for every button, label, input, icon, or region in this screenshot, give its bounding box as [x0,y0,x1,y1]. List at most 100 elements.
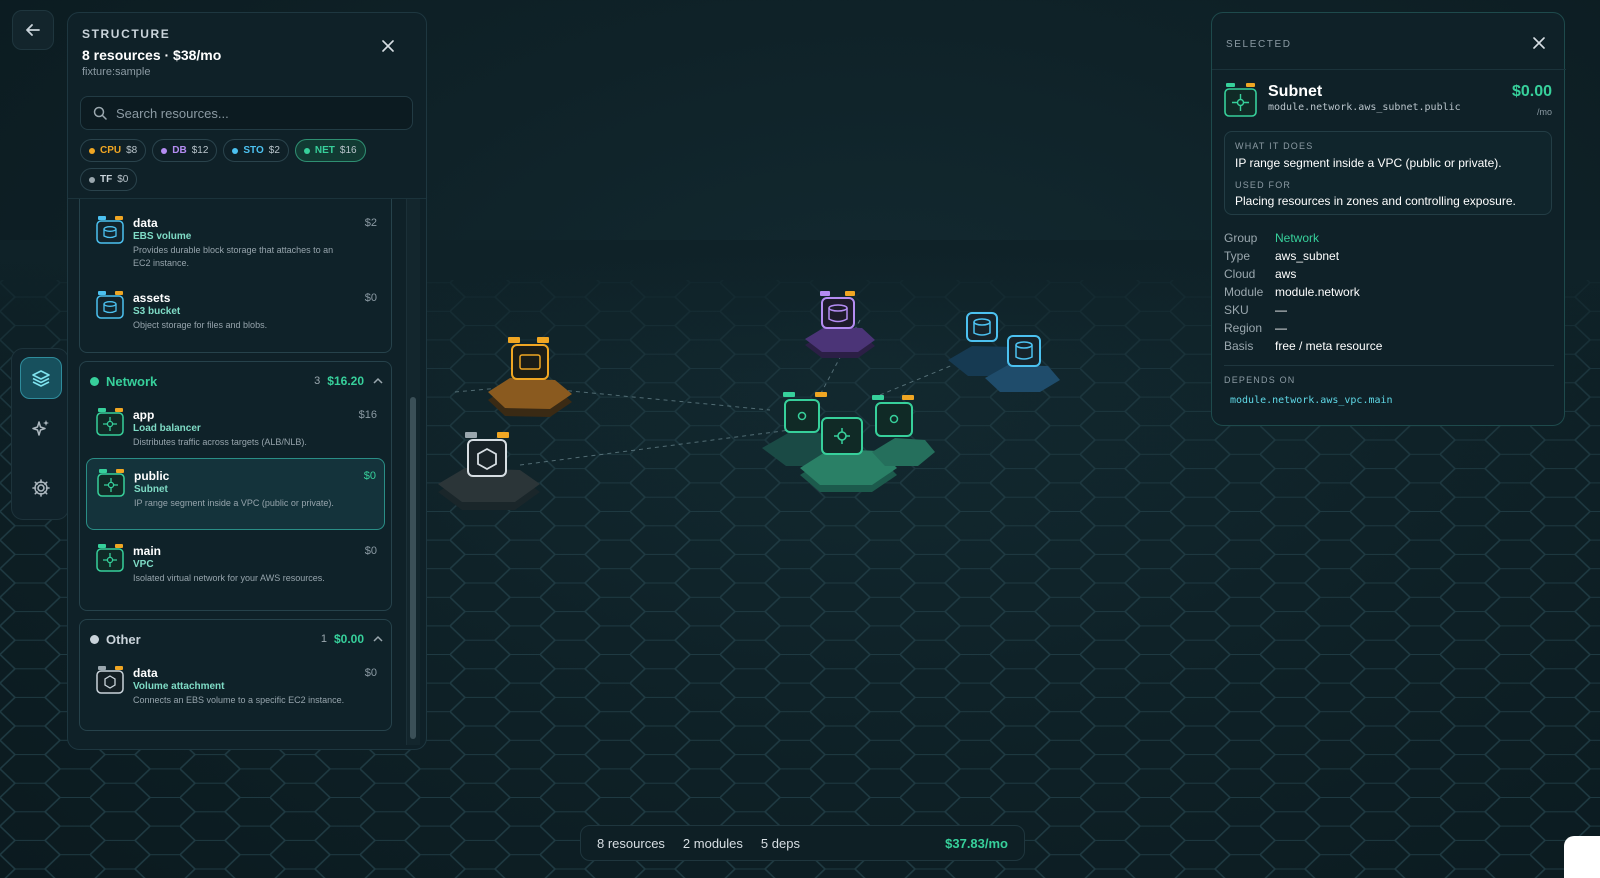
group-cost: $0.00 [333,632,364,646]
resource-item[interactable]: data EBS volume Provides durable block s… [86,206,385,276]
corner-widget [1564,836,1600,878]
resource-name: app [133,408,155,422]
close-icon [382,40,394,52]
chip-net[interactable]: NET $16 [294,139,366,162]
status-total-cost: $37.83/mo [945,835,1008,851]
resource-item[interactable]: app Load balancer Distributes traffic ac… [86,398,385,458]
used-text: Placing resources in zones and controlli… [1235,194,1516,208]
resource-type: EBS volume [133,231,192,242]
resource-type: Volume attachment [133,681,225,692]
status-deps: 5 deps [760,835,800,851]
insights-button[interactable] [20,407,62,449]
network-icon [96,544,124,572]
resource-cost: $0 [364,545,377,557]
resource-cost: $2 [364,217,377,229]
group-count: 3 [314,375,321,387]
status-resources: 8 resources [597,835,665,851]
tool-rail [11,348,69,520]
resource-name: main [133,544,162,558]
chip-value: $8 [126,145,138,156]
resource-type: Load balancer [133,423,201,434]
search-field[interactable] [80,96,413,130]
resource-desc: Distributes traffic across targets (ALB/… [133,437,307,447]
resource-list: data EBS volume Provides durable block s… [79,199,402,747]
close-selected-button[interactable] [1528,32,1550,54]
network-icon [97,469,125,497]
prop-value: Network [1275,231,1320,245]
depends-label: DEPENDS ON [1224,375,1296,385]
settings-button[interactable] [20,467,62,509]
resource-desc: Object storage for files and blobs. [133,320,268,330]
resource-item[interactable]: main VPC Isolated virtual network for yo… [86,534,385,604]
prop-row: Type aws_subnet [1224,249,1554,267]
prop-key: Cloud [1224,267,1256,281]
resource-type: Subnet [134,484,168,495]
chip-key: STO [243,145,264,156]
selected-cost-period: /mo [1536,107,1552,117]
chip-value: $0 [117,174,129,185]
resource-cost: $0 [364,667,377,679]
chip-value: $16 [339,145,357,156]
chip-sto[interactable]: STO $2 [223,139,289,162]
resource-type: S3 bucket [133,306,181,317]
selected-cost: $0.00 [1511,83,1552,100]
close-structure-button[interactable] [377,35,399,57]
prop-value: aws_subnet [1275,249,1340,263]
close-icon [1533,37,1545,49]
chip-dot [89,176,95,183]
chevron-up-icon [373,635,383,642]
group-network: Network 3 $16.20 app Load balancer Distr… [79,361,392,611]
chip-tf[interactable]: TF $0 [80,168,138,191]
chip-dot [89,147,95,154]
chevron-up-icon [373,377,383,384]
selected-name: Subnet [1268,83,1323,100]
prop-row: Cloud aws [1224,267,1554,285]
selected-address: module.network.aws_subnet.public [1268,102,1461,113]
selected-eyebrow: SELECTED [1226,39,1292,50]
panel-title: 8 resources · $38/mo [82,47,222,63]
resource-item[interactable]: data Volume attachment Connects an EBS v… [86,656,385,724]
resource-cost: $16 [358,409,377,421]
chip-value: $2 [268,145,280,156]
depends-link[interactable]: module.network.aws_vpc.main [1230,395,1393,406]
chip-dot [161,147,168,154]
group-storage: data EBS volume Provides durable block s… [79,199,392,353]
what-text: IP range segment inside a VPC (public or… [1235,156,1502,170]
prop-key: Region [1224,321,1263,335]
chip-key: CPU [100,145,122,156]
resource-cost: $0 [364,292,377,304]
resource-desc: Connects an EBS volume to a specific EC2… [133,695,345,705]
what-label: WHAT IT DOES [1235,141,1314,151]
chip-dot [232,147,239,154]
status-modules: 2 modules [682,835,743,851]
arrow-left-icon [26,24,40,36]
back-button[interactable] [12,10,54,50]
group-other: Other 1 $0.00 data Volume attachment Con… [79,619,392,731]
group-header-network[interactable]: Network 3 $16.20 [90,372,383,390]
group-header-other[interactable]: Other 1 $0.00 [90,630,383,648]
resource-name: data [133,216,158,230]
network-icon [1224,83,1257,117]
selected-panel: SELECTED Subnet module.network.aws_subne… [1211,12,1566,426]
resource-cost: $0 [363,470,376,482]
resource-type: VPC [133,559,154,570]
prop-value: free / meta resource [1275,339,1383,353]
chip-db[interactable]: DB $12 [152,139,218,162]
prop-value: aws [1275,267,1297,281]
prop-value: — [1275,321,1287,335]
network-icon [96,408,124,436]
group-name: Other [106,631,141,647]
chip-cpu[interactable]: CPU $8 [80,139,147,162]
prop-row: Region — [1224,321,1554,339]
resource-item-selected[interactable]: public Subnet IP range segment inside a … [86,458,385,530]
resource-item[interactable]: assets S3 bucket Object storage for file… [86,281,385,343]
scrollbar-thumb[interactable] [410,397,416,739]
group-count: 1 [320,633,327,645]
layers-button[interactable] [20,357,62,399]
search-input[interactable] [116,105,396,121]
category-filter-chips: CPU $8 DB $12 STO $2 NET $16 TF $0 [80,139,420,191]
resource-name: data [133,666,158,680]
group-cost: $16.20 [327,374,364,388]
structure-panel: STRUCTURE 8 resources · $38/mo fixture:s… [67,12,427,750]
prop-row: Group Network [1224,231,1554,249]
